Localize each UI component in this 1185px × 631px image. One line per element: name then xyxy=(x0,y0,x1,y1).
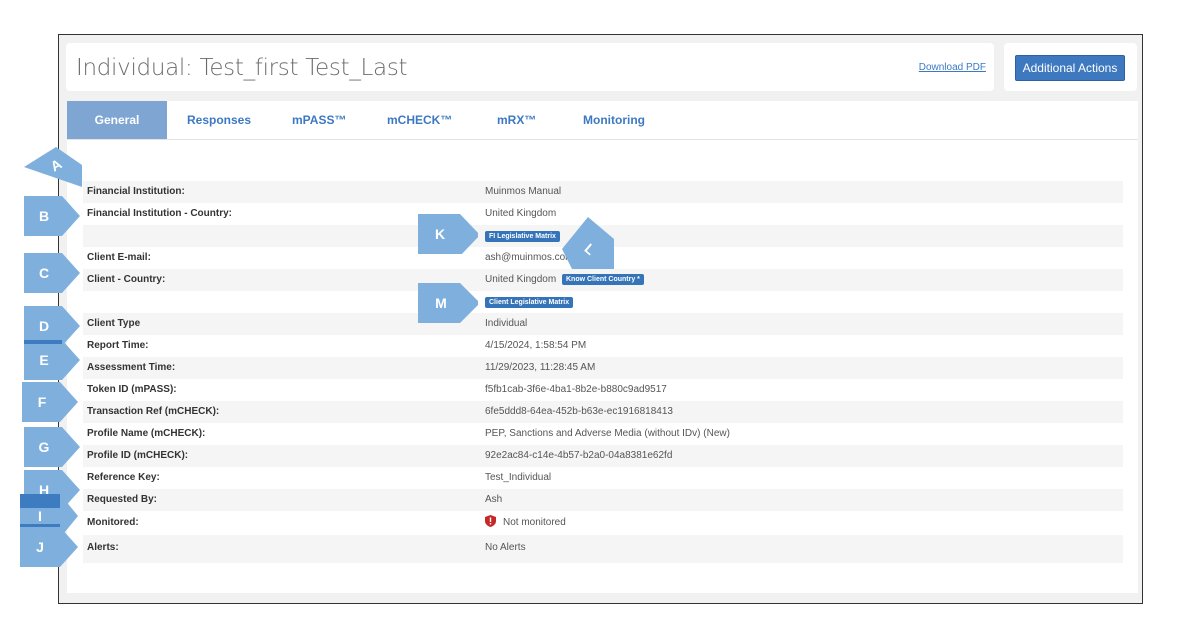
callout-f-letter: F xyxy=(37,394,47,410)
actions-card: Additional Actions xyxy=(1004,43,1137,91)
callout-m: M xyxy=(418,283,478,323)
field-value: No Alerts xyxy=(485,542,526,553)
row-requested-by: Requested By: Ash xyxy=(83,489,1123,511)
field-label: Transaction Ref (mCHECK): xyxy=(87,406,220,417)
tab-mrx[interactable]: mRX™ xyxy=(497,101,536,139)
content-panel: General Responses mPASS™ mCHECK™ mRX™ Mo… xyxy=(67,101,1138,593)
row-token-id: Token ID (mPASS): f5fb1cab-3f6e-4ba1-8b2… xyxy=(83,379,1123,401)
tab-general[interactable]: General xyxy=(67,101,167,139)
shield-alert-icon xyxy=(485,515,496,527)
field-value: PEP, Sanctions and Adverse Media (withou… xyxy=(485,428,730,439)
row-assessment-time: Assessment Time: 11/29/2023, 11:28:45 AM xyxy=(83,357,1123,379)
know-client-country-badge[interactable]: Know Client Country * xyxy=(562,274,644,285)
field-label: Client Type xyxy=(87,318,141,329)
callout-k: K xyxy=(418,214,478,254)
row-profile-id: Profile ID (mCHECK): 92e2ac84-c14e-4b57-… xyxy=(83,445,1123,467)
tab-mcheck[interactable]: mCHECK™ xyxy=(387,101,452,139)
row-client-matrix: Client Legislative Matrix xyxy=(83,291,1123,313)
field-label: Profile Name (mCHECK): xyxy=(87,428,206,439)
field-value: Test_Individual xyxy=(485,472,552,483)
field-value: United Kingdom xyxy=(485,274,557,285)
field-value: United Kingdom xyxy=(485,208,557,219)
field-label: Token ID (mPASS): xyxy=(87,384,177,395)
field-value: 11/29/2023, 11:28:45 AM xyxy=(485,362,596,373)
tab-responses[interactable]: Responses xyxy=(187,101,251,139)
callout-a: A xyxy=(22,145,92,190)
field-label: Report Time: xyxy=(87,340,149,351)
row-profile-name: Profile Name (mCHECK): PEP, Sanctions an… xyxy=(83,423,1123,445)
field-label: Monitored: xyxy=(87,517,139,528)
download-pdf-link[interactable]: Download PDF xyxy=(919,62,986,73)
field-label: Assessment Time: xyxy=(87,362,176,373)
callout-f: F xyxy=(22,382,82,422)
row-transaction-ref: Transaction Ref (mCHECK): 6fe5ddd8-64ea-… xyxy=(83,401,1123,423)
callout-g: G xyxy=(24,427,84,467)
page-title: Individual: Test_first Test_Last xyxy=(76,55,408,81)
row-client-type: Client Type Individual xyxy=(83,313,1123,335)
field-value: Individual xyxy=(485,318,528,329)
row-report-time: Report Time: 4/15/2024, 1:58:54 PM xyxy=(83,335,1123,357)
callout-j-letter: J xyxy=(36,539,44,555)
field-label: Profile ID (mCHECK): xyxy=(87,450,189,461)
header-card: Individual: Test_first Test_Last Downloa… xyxy=(66,43,994,91)
row-alerts: Alerts: No Alerts xyxy=(83,535,1123,563)
callout-g-letter: G xyxy=(38,439,50,455)
callout-b: B xyxy=(24,196,84,236)
callout-c: C xyxy=(24,253,84,293)
row-reference-key: Reference Key: Test_Individual xyxy=(83,467,1123,489)
callout-e-letter: E xyxy=(39,352,49,368)
tab-mpass[interactable]: mPASS™ xyxy=(292,101,346,139)
field-label: Financial Institution: xyxy=(87,186,185,197)
callout-c-letter: C xyxy=(38,265,50,281)
additional-actions-button[interactable]: Additional Actions xyxy=(1015,55,1125,81)
field-label: Alerts: xyxy=(87,542,119,553)
row-financial-institution: Financial Institution: Muinmos Manual xyxy=(83,181,1123,203)
field-label: Requested By: xyxy=(87,494,158,505)
field-value: Not monitored xyxy=(485,515,566,528)
field-value: Ash xyxy=(485,494,503,505)
tab-bar: General Responses mPASS™ mCHECK™ mRX™ Mo… xyxy=(67,101,1138,140)
callout-b-letter: B xyxy=(38,208,50,224)
callout-l: L xyxy=(556,217,618,273)
callout-e: E xyxy=(24,340,84,380)
field-value: 4/15/2024, 1:58:54 PM xyxy=(485,340,587,351)
field-label: Client E-mail: xyxy=(87,252,151,263)
field-label: Client - Country: xyxy=(87,274,166,285)
field-value: 92e2ac84-c14e-4b57-b2a0-04a8381e62fd xyxy=(485,450,673,461)
field-value: f5fb1cab-3f6e-4ba1-8b2e-b880c9ad9517 xyxy=(485,384,667,395)
callout-m-letter: M xyxy=(435,295,447,311)
monitored-status: Not monitored xyxy=(503,517,566,528)
fi-legislative-matrix-badge[interactable]: FI Legislative Matrix xyxy=(485,231,560,242)
field-value: 6fe5ddd8-64ea-452b-b63e-ec1916818413 xyxy=(485,406,673,417)
callout-j: J xyxy=(20,527,80,567)
row-monitored: Monitored: Not monitored xyxy=(83,511,1123,535)
field-label: Reference Key: xyxy=(87,472,160,483)
field-label: Financial Institution - Country: xyxy=(87,208,232,219)
client-legislative-matrix-badge[interactable]: Client Legislative Matrix xyxy=(485,297,574,308)
tab-monitoring[interactable]: Monitoring xyxy=(583,101,645,139)
callout-k-letter: K xyxy=(434,226,446,242)
field-value: Muinmos Manual xyxy=(485,186,562,197)
